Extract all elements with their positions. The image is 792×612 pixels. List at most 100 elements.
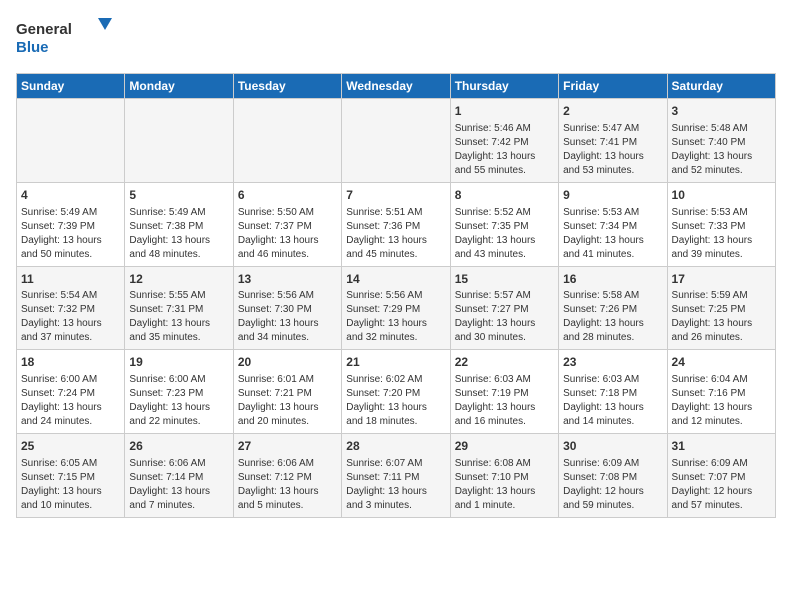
calendar-cell: 14Sunrise: 5:56 AM Sunset: 7:29 PM Dayli… bbox=[342, 266, 450, 350]
day-info: Sunrise: 5:56 AM Sunset: 7:29 PM Dayligh… bbox=[346, 289, 445, 345]
day-number: 24 bbox=[672, 354, 771, 371]
calendar-cell: 27 Sunrise: 6:06 AM Sunset: 7:12 PM Dayli… bbox=[233, 434, 341, 518]
day-number: 30 bbox=[563, 438, 662, 455]
day-number: 10 bbox=[672, 187, 771, 204]
calendar-cell: 30 Sunrise: 6:09 AM Sunset: 7:08 PM Dayli… bbox=[559, 434, 667, 518]
calendar-cell bbox=[17, 99, 125, 183]
calendar-cell: 6 Sunrise: 5:50 AM Sunset: 7:37 PM Daylig… bbox=[233, 182, 341, 266]
day-number: 15 bbox=[455, 271, 554, 288]
day-number: 23 bbox=[563, 354, 662, 371]
day-info: Sunrise: 6:05 AM Sunset: 7:15 PM Dayligh… bbox=[21, 457, 120, 513]
day-info: Sunrise: 6:00 AM Sunset: 7:24 PM Dayligh… bbox=[21, 373, 120, 429]
day-info: Sunrise: 6:00 AM Sunset: 7:23 PM Dayligh… bbox=[129, 373, 228, 429]
day-number: 11 bbox=[21, 271, 120, 288]
calendar-table: SundayMondayTuesdayWednesdayThursdayFrid… bbox=[16, 73, 776, 518]
week-row-0: 1Sunrise: 5:46 AM Sunset: 7:42 PM Daylig… bbox=[17, 99, 776, 183]
day-number: 5 bbox=[129, 187, 228, 204]
calendar-cell: 2 Sunrise: 5:47 AM Sunset: 7:41 PM Daylig… bbox=[559, 99, 667, 183]
day-number: 22 bbox=[455, 354, 554, 371]
day-number: 3 bbox=[672, 103, 771, 120]
week-row-2: 11Sunrise: 5:54 AM Sunset: 7:32 PM Dayli… bbox=[17, 266, 776, 350]
calendar-cell: 8 Sunrise: 5:52 AM Sunset: 7:35 PM Daylig… bbox=[450, 182, 558, 266]
header: General Blue bbox=[16, 16, 776, 61]
day-header-wednesday: Wednesday bbox=[342, 74, 450, 99]
day-info: Sunrise: 5:50 AM Sunset: 7:37 PM Dayligh… bbox=[238, 206, 337, 262]
day-info: Sunrise: 6:09 AM Sunset: 7:07 PM Dayligh… bbox=[672, 457, 771, 513]
calendar-cell: 19Sunrise: 6:00 AM Sunset: 7:23 PM Dayli… bbox=[125, 350, 233, 434]
day-number: 26 bbox=[129, 438, 228, 455]
day-info: Sunrise: 5:47 AM Sunset: 7:41 PM Dayligh… bbox=[563, 122, 662, 178]
day-info: Sunrise: 6:06 AM Sunset: 7:12 PM Dayligh… bbox=[238, 457, 337, 513]
day-number: 29 bbox=[455, 438, 554, 455]
day-info: Sunrise: 5:54 AM Sunset: 7:32 PM Dayligh… bbox=[21, 289, 120, 345]
calendar-cell: 21Sunrise: 6:02 AM Sunset: 7:20 PM Dayli… bbox=[342, 350, 450, 434]
day-number: 13 bbox=[238, 271, 337, 288]
logo: General Blue bbox=[16, 16, 116, 61]
day-info: Sunrise: 5:59 AM Sunset: 7:25 PM Dayligh… bbox=[672, 289, 771, 345]
week-row-4: 25 Sunrise: 6:05 AM Sunset: 7:15 PM Dayli… bbox=[17, 434, 776, 518]
calendar-cell: 24 Sunrise: 6:04 AM Sunset: 7:16 PM Dayli… bbox=[667, 350, 775, 434]
day-info: Sunrise: 5:48 AM Sunset: 7:40 PM Dayligh… bbox=[672, 122, 771, 178]
calendar-cell: 13Sunrise: 5:56 AM Sunset: 7:30 PM Dayli… bbox=[233, 266, 341, 350]
day-number: 6 bbox=[238, 187, 337, 204]
calendar-cell: 3 Sunrise: 5:48 AM Sunset: 7:40 PM Daylig… bbox=[667, 99, 775, 183]
day-info: Sunrise: 6:09 AM Sunset: 7:08 PM Dayligh… bbox=[563, 457, 662, 513]
calendar-cell: 4 Sunrise: 5:49 AM Sunset: 7:39 PM Daylig… bbox=[17, 182, 125, 266]
day-number: 28 bbox=[346, 438, 445, 455]
calendar-cell: 9Sunrise: 5:53 AM Sunset: 7:34 PM Daylig… bbox=[559, 182, 667, 266]
calendar-cell bbox=[125, 99, 233, 183]
svg-text:General: General bbox=[16, 21, 72, 38]
day-number: 8 bbox=[455, 187, 554, 204]
day-header-sunday: Sunday bbox=[17, 74, 125, 99]
calendar-cell bbox=[233, 99, 341, 183]
day-info: Sunrise: 5:49 AM Sunset: 7:38 PM Dayligh… bbox=[129, 206, 228, 262]
day-number: 20 bbox=[238, 354, 337, 371]
day-header-saturday: Saturday bbox=[667, 74, 775, 99]
day-info: Sunrise: 5:52 AM Sunset: 7:35 PM Dayligh… bbox=[455, 206, 554, 262]
calendar-cell: 12Sunrise: 5:55 AM Sunset: 7:31 PM Dayli… bbox=[125, 266, 233, 350]
day-header-monday: Monday bbox=[125, 74, 233, 99]
calendar-cell: 17Sunrise: 5:59 AM Sunset: 7:25 PM Dayli… bbox=[667, 266, 775, 350]
day-info: Sunrise: 5:51 AM Sunset: 7:36 PM Dayligh… bbox=[346, 206, 445, 262]
calendar-cell: 20 Sunrise: 6:01 AM Sunset: 7:21 PM Dayli… bbox=[233, 350, 341, 434]
calendar-cell: 16Sunrise: 5:58 AM Sunset: 7:26 PM Dayli… bbox=[559, 266, 667, 350]
calendar-cell: 31 Sunrise: 6:09 AM Sunset: 7:07 PM Dayli… bbox=[667, 434, 775, 518]
svg-text:Blue: Blue bbox=[16, 39, 49, 56]
day-number: 17 bbox=[672, 271, 771, 288]
day-info: Sunrise: 6:08 AM Sunset: 7:10 PM Dayligh… bbox=[455, 457, 554, 513]
day-info: Sunrise: 5:58 AM Sunset: 7:26 PM Dayligh… bbox=[563, 289, 662, 345]
calendar-cell: 26 Sunrise: 6:06 AM Sunset: 7:14 PM Dayli… bbox=[125, 434, 233, 518]
day-info: Sunrise: 5:55 AM Sunset: 7:31 PM Dayligh… bbox=[129, 289, 228, 345]
day-info: Sunrise: 5:46 AM Sunset: 7:42 PM Dayligh… bbox=[455, 122, 554, 178]
calendar-cell: 1Sunrise: 5:46 AM Sunset: 7:42 PM Daylig… bbox=[450, 99, 558, 183]
week-row-1: 4 Sunrise: 5:49 AM Sunset: 7:39 PM Daylig… bbox=[17, 182, 776, 266]
day-info: Sunrise: 5:53 AM Sunset: 7:34 PM Dayligh… bbox=[563, 206, 662, 262]
day-info: Sunrise: 6:03 AM Sunset: 7:18 PM Dayligh… bbox=[563, 373, 662, 429]
calendar-cell: 22 Sunrise: 6:03 AM Sunset: 7:19 PM Dayli… bbox=[450, 350, 558, 434]
day-number: 25 bbox=[21, 438, 120, 455]
calendar-cell: 23 Sunrise: 6:03 AM Sunset: 7:18 PM Dayli… bbox=[559, 350, 667, 434]
day-header-friday: Friday bbox=[559, 74, 667, 99]
logo-svg: General Blue bbox=[16, 16, 116, 61]
day-info: Sunrise: 6:06 AM Sunset: 7:14 PM Dayligh… bbox=[129, 457, 228, 513]
day-info: Sunrise: 6:04 AM Sunset: 7:16 PM Dayligh… bbox=[672, 373, 771, 429]
day-info: Sunrise: 5:49 AM Sunset: 7:39 PM Dayligh… bbox=[21, 206, 120, 262]
calendar-cell: 7 Sunrise: 5:51 AM Sunset: 7:36 PM Daylig… bbox=[342, 182, 450, 266]
day-number: 7 bbox=[346, 187, 445, 204]
calendar-cell: 29 Sunrise: 6:08 AM Sunset: 7:10 PM Dayli… bbox=[450, 434, 558, 518]
day-info: Sunrise: 6:03 AM Sunset: 7:19 PM Dayligh… bbox=[455, 373, 554, 429]
days-header-row: SundayMondayTuesdayWednesdayThursdayFrid… bbox=[17, 74, 776, 99]
calendar-cell: 10 Sunrise: 5:53 AM Sunset: 7:33 PM Dayli… bbox=[667, 182, 775, 266]
day-number: 12 bbox=[129, 271, 228, 288]
calendar-cell: 28 Sunrise: 6:07 AM Sunset: 7:11 PM Dayli… bbox=[342, 434, 450, 518]
day-number: 27 bbox=[238, 438, 337, 455]
day-header-tuesday: Tuesday bbox=[233, 74, 341, 99]
day-number: 31 bbox=[672, 438, 771, 455]
day-info: Sunrise: 5:53 AM Sunset: 7:33 PM Dayligh… bbox=[672, 206, 771, 262]
day-number: 2 bbox=[563, 103, 662, 120]
day-info: Sunrise: 6:01 AM Sunset: 7:21 PM Dayligh… bbox=[238, 373, 337, 429]
day-info: Sunrise: 6:07 AM Sunset: 7:11 PM Dayligh… bbox=[346, 457, 445, 513]
day-number: 4 bbox=[21, 187, 120, 204]
day-number: 18 bbox=[21, 354, 120, 371]
calendar-cell: 5 Sunrise: 5:49 AM Sunset: 7:38 PM Daylig… bbox=[125, 182, 233, 266]
